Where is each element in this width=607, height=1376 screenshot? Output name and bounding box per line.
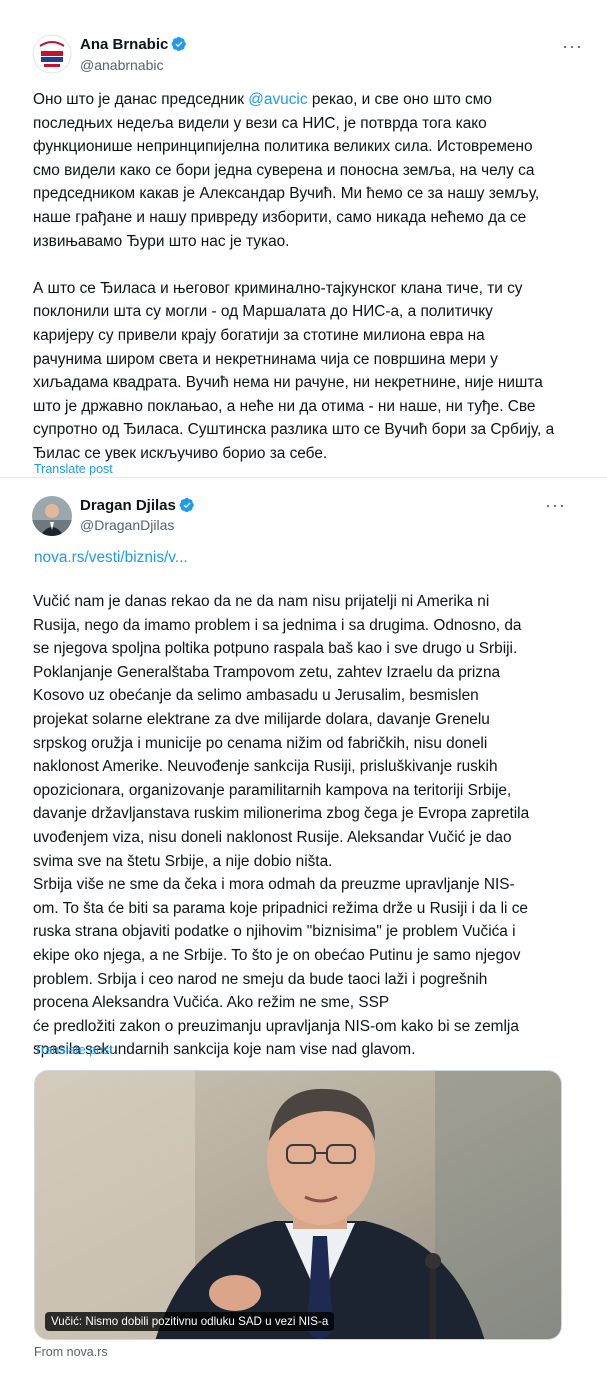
text-line: последњих недеља видели у вези са НИС, ј… [33,112,554,136]
text-segment: projekat solarne elektrane za dve milija… [33,710,490,728]
author-handle[interactable]: @anabrnabic [80,56,164,74]
text-line: Kosovo uz obećanje da selimo ambasadu u … [33,684,529,708]
text-segment: svima sve na štetu Srbije, a nije dobio … [33,852,333,870]
text-segment: davanje državljanstava ruskim milionerim… [33,805,530,823]
author-name-text: Dragan Djilas [80,497,176,514]
text-line: поклонили шта су могли - од Маршалата до… [33,300,554,324]
text-segment: хиљадама квадрата. Вучић нема ни рачуне,… [33,374,543,392]
text-segment: problem. Srbija i ceo narod ne smeju da … [33,970,488,988]
text-line: svima sve na štetu Srbije, a nije dobio … [33,850,529,874]
text-line: srpskog oružja i municije po cenama niži… [33,732,529,756]
text-line: ruska strana objaviti podatke o njihovim… [33,920,529,944]
translate-post-link[interactable]: Translate post [34,462,113,476]
media-caption: Vučić: Nismo dobili pozitivnu odluku SAD… [45,1312,335,1331]
text-segment: procena Aleksandra Vučića. Ako režim ne … [33,994,390,1012]
text-segment: će predložiti zakon o preuzimanju upravl… [33,1017,519,1035]
text-line: opozicionara, organizovanje paramilitarn… [33,779,529,803]
text-line: ekipe oko njega, a ne Srbije. To što je … [33,944,529,968]
avatar[interactable] [32,496,72,536]
text-line: će predložiti zakon o preuzimanju upravl… [33,1015,529,1039]
text-segment: што је државно поклањао, а неће ни да от… [33,397,536,415]
author-name-text: Ana Brnabic [80,36,169,53]
text-line: председником какав је Александар Вучић. … [33,182,554,206]
author-name[interactable]: Ana Brnabic [80,36,187,54]
text-segment: Оно што је данас председник [33,91,249,108]
avatar-image [32,496,72,536]
text-line: хиљадама квадрата. Вучић нема ни рачуне,… [33,371,554,395]
text-line: извињавамо Ђури што нас је тукао. [33,230,554,254]
text-line: наше грађане и нашу привреду изборити, с… [33,206,554,230]
translate-post-link[interactable]: Translate post [34,1043,113,1057]
more-options-icon[interactable]: ··· [545,496,566,514]
text-line: Poklanjanje Generalštaba Trampovom zetu,… [33,661,529,685]
link-source[interactable]: From nova.rs [34,1345,108,1359]
text-segment: А што се Ђиласа и његовог криминално-тај… [33,279,523,297]
text-segment: извињавамо Ђури што нас је тукао. [33,232,290,250]
tweet-ana-brnabic: Ana Brnabic @anabrnabic ··· Оно што је д… [0,0,607,478]
text-segment: se njegova spoljna poltika potpuno raspa… [33,640,518,658]
text-line: функционише непринципијелна политика вел… [33,135,554,159]
text-line: om. To šta će biti sa parama koje pripad… [33,897,529,921]
tweet-dragan-djilas: Dragan Djilas @DraganDjilas ··· nova.rs/… [0,480,607,1376]
text-segment: srpskog oružja i municije po cenama niži… [33,734,488,752]
avatar[interactable] [32,34,72,74]
text-line: Srbija više ne sme da čeka i mora odmah … [33,873,529,897]
text-segment: председником какав је Александар Вучић. … [33,185,540,203]
avatar-image [32,34,72,74]
more-options-icon[interactable]: ··· [562,37,583,55]
text-segment: наше грађане и нашу привреду изборити, с… [33,208,527,226]
text-line: problem. Srbija i ceo narod ne smeju da … [33,968,529,992]
text-segment: Kosovo uz obećanje da selimo ambasadu u … [33,687,479,705]
text-segment: Vučić nam je danas rekao da ne da nam ni… [33,593,490,610]
text-line: se njegova spoljna poltika potpuno raspa… [33,637,529,661]
text-line: procena Aleksandra Vučića. Ako režim ne … [33,991,529,1015]
text-segment: Rusija, nego da imamo problem i sa jedni… [33,616,522,634]
news-photo [35,1071,561,1339]
verified-badge-icon [179,497,194,513]
text-line: смо видели како се бори једна суверена и… [33,159,554,183]
text-segment: ruska strana objaviti podatke o njihovim… [33,923,516,941]
text-segment: рекао, и све оно што смо [307,91,492,108]
text-line: naklonost Amerike. Neuvođenje sankcija R… [33,755,529,779]
text-segment: функционише непринципијелна политика вел… [33,138,533,156]
text-segment: Poklanjanje Generalštaba Trampovom zetu,… [33,663,501,681]
text-line: uvođenjem viza, nisu doneli naklonost Ru… [33,826,529,850]
text-segment: смо видели како се бори једна суверена и… [33,161,535,179]
text-segment: om. To šta će biti sa parama koje pripad… [33,899,528,917]
text-line: projekat solarne elektrane za dve milija… [33,708,529,732]
text-segment: рачунима широм света и некретнинама чија… [33,350,498,368]
author-name[interactable]: Dragan Djilas [80,497,195,515]
text-segment: поклонили шта су могли - од Маршалата до… [33,303,493,321]
text-segment: Ђилас се увек искључиво борио за себе. [33,444,328,462]
text-line: davanje državljanstava ruskim milionerim… [33,802,529,826]
tweet-text: Vučić nam je danas rekao da ne da nam ni… [33,590,529,1062]
text-line: Vučić nam je danas rekao da ne da nam ni… [33,590,529,614]
tweet-text: Оно што је данас председник @avucic река… [33,88,554,466]
text-line: што је државно поклањао, а неће ни да от… [33,395,554,419]
text-segment: супротно од Ђиласа. Суштинска разлика шт… [33,421,555,439]
text-line: рачунима широм света и некретнинама чија… [33,348,554,372]
verified-badge-icon [171,36,187,52]
article-link[interactable]: nova.rs/vesti/biznis/v... [34,546,188,570]
text-segment: naklonost Amerike. Neuvođenje sankcija R… [33,758,498,776]
text-segment: каријеру су привели крају богатији за ст… [33,326,485,344]
text-segment: Srbija više ne sme da čeka i mora odmah … [33,876,515,894]
text-segment: последњих недеља видели у вези са НИС, ј… [33,114,487,132]
text-line: А што се Ђиласа и његовог криминално-тај… [33,277,554,301]
text-line: Оно што је данас председник @avucic река… [33,88,554,112]
mention-link[interactable]: @avucic [248,91,307,108]
text-line [33,253,554,277]
text-segment: opozicionara, organizovanje paramilitarn… [33,781,512,799]
text-line: каријеру су привели крају богатији за ст… [33,324,554,348]
article-link-text[interactable]: nova.rs/vesti/biznis/v... [34,549,188,566]
author-handle[interactable]: @DraganDjilas [80,516,174,534]
link-card-image[interactable]: Vučić: Nismo dobili pozitivnu odluku SAD… [34,1070,562,1340]
text-line: Rusija, nego da imamo problem i sa jedni… [33,614,529,638]
text-line: супротно од Ђиласа. Суштинска разлика шт… [33,418,554,442]
text-segment: uvođenjem viza, nisu doneli naklonost Ru… [33,828,512,846]
text-segment: ekipe oko njega, a ne Srbije. To što je … [33,946,521,964]
